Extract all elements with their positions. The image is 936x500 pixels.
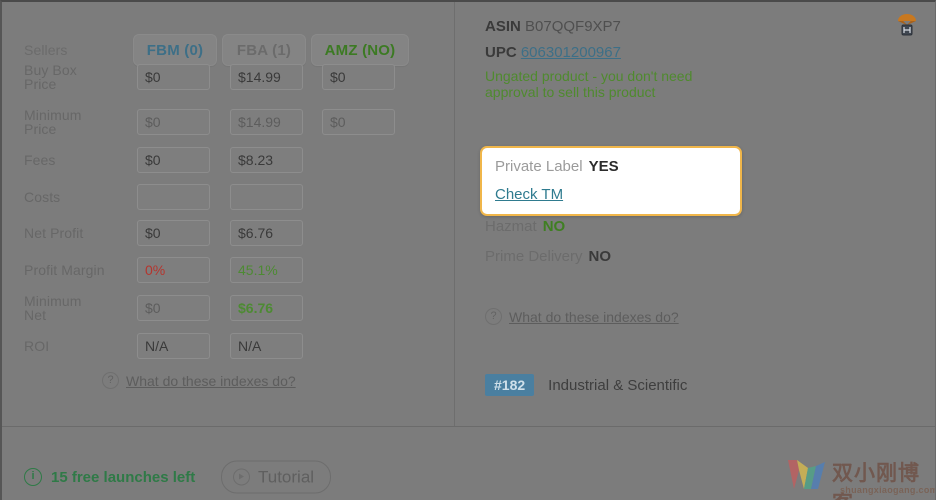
- cell-minimum-net-fbm[interactable]: $0: [137, 294, 210, 321]
- private-label-value: YES: [588, 158, 619, 175]
- tutorial-label: Tutorial: [258, 467, 315, 486]
- cell-minimum-price-fbm[interactable]: $0: [137, 108, 210, 135]
- rank-badge: #182: [485, 374, 535, 396]
- asin-value: B07QQF9XP7: [525, 18, 621, 35]
- best-seller-rank-row: #182 Industrial & Scientific: [485, 374, 687, 396]
- check-tm-link[interactable]: Check TM: [495, 186, 563, 203]
- question-mark-icon: ?: [485, 308, 502, 325]
- upc-label: UPC: [485, 44, 517, 61]
- table-row: ROI N/A N/A: [2, 327, 454, 364]
- cell-costs-fbm[interactable]: [137, 183, 210, 210]
- cell-minimum-price-fba[interactable]: $14.99: [230, 108, 303, 135]
- row-label-line2: Price: [24, 75, 57, 92]
- table-row: Minimum Price $0 $14.99 $0: [2, 103, 454, 140]
- cell-net-profit-fba[interactable]: $6.76: [230, 219, 303, 246]
- row-label-costs: Costs: [24, 188, 61, 205]
- cell-fees-fbm[interactable]: $0: [137, 146, 210, 173]
- prime-delivery-value: NO: [588, 248, 612, 265]
- cell-buy-box-price-fba[interactable]: $14.99: [230, 63, 303, 90]
- cell-net-profit-fbm[interactable]: $0: [137, 219, 210, 246]
- parachute-icon[interactable]: [896, 12, 918, 38]
- row-label-minimum-net: Minimum Net: [24, 294, 124, 322]
- footer-bar: i 15 free launches left Tutorial Buy now: [2, 427, 935, 500]
- table-row: Net Profit $0 $6.76: [2, 214, 454, 251]
- left-indexes-help-label: What do these indexes do?: [126, 372, 296, 389]
- row-label-line2: Price: [24, 120, 57, 137]
- rank-category-label: Industrial & Scientific: [548, 376, 688, 394]
- asin-label: ASIN: [485, 18, 521, 35]
- left-indexes-help-link[interactable]: ? What do these indexes do?: [102, 372, 296, 389]
- table-row: Buy Box Price $0 $14.99 $0: [2, 58, 454, 95]
- private-label-row: Private Label YES: [495, 158, 619, 175]
- ungated-product-note: Ungated product - you don't need approva…: [485, 68, 693, 100]
- seller-analysis-panel: Sellers FBM (0) FBA (1) AMZ (NO) Buy Box…: [0, 0, 936, 500]
- row-label-minimum-price: Minimum Price: [24, 108, 124, 136]
- row-label-fees: Fees: [24, 151, 56, 168]
- question-mark-icon: ?: [102, 372, 119, 389]
- table-row: Minimum Net $0 $6.76: [2, 289, 454, 326]
- row-label-buy-box-price: Buy Box Price: [24, 63, 124, 91]
- row-label-profit-margin: Profit Margin: [24, 261, 105, 278]
- product-info-panel: ASIN B07QQF9XP7 UPC 606301200967 Ungated…: [455, 2, 935, 427]
- upc-value-link[interactable]: 606301200967: [521, 44, 621, 61]
- free-launches-status: i 15 free launches left: [24, 468, 195, 486]
- prime-delivery-row: Prime Delivery NO: [485, 248, 611, 265]
- row-label-line2: Net: [24, 306, 47, 323]
- cell-minimum-price-amz[interactable]: $0: [322, 108, 395, 135]
- profit-calculator-panel: Sellers FBM (0) FBA (1) AMZ (NO) Buy Box…: [2, 2, 454, 427]
- upc-row: UPC 606301200967: [485, 44, 621, 61]
- info-icon: i: [24, 468, 42, 486]
- sellers-label: Sellers: [24, 42, 68, 58]
- cell-profit-margin-fbm[interactable]: 0%: [137, 256, 210, 283]
- row-label-net-profit: Net Profit: [24, 224, 84, 241]
- asin-row: ASIN B07QQF9XP7: [485, 18, 621, 35]
- play-icon: [233, 468, 250, 486]
- prime-delivery-label: Prime Delivery: [485, 248, 583, 265]
- cell-fees-fba[interactable]: $8.23: [230, 146, 303, 173]
- right-indexes-help-label: What do these indexes do?: [509, 308, 679, 325]
- cell-costs-fba[interactable]: [230, 183, 303, 210]
- cell-profit-margin-fba[interactable]: 45.1%: [230, 256, 303, 283]
- cell-buy-box-price-fbm[interactable]: $0: [137, 63, 210, 90]
- free-launches-label: 15 free launches left: [51, 468, 196, 486]
- private-label-label: Private Label: [495, 158, 583, 175]
- cell-buy-box-price-amz[interactable]: $0: [322, 63, 395, 90]
- cell-roi-fbm[interactable]: N/A: [137, 332, 210, 359]
- table-row: Fees $0 $8.23: [2, 141, 454, 178]
- sellers-tab-row: Sellers FBM (0) FBA (1) AMZ (NO): [2, 18, 454, 66]
- tutorial-button[interactable]: Tutorial: [221, 460, 332, 494]
- table-row: Costs: [2, 178, 454, 215]
- cell-minimum-net-fba[interactable]: $6.76: [230, 294, 303, 321]
- private-label-highlight-card: Private Label YES Check TM: [480, 146, 742, 216]
- table-row: Profit Margin 0% 45.1%: [2, 251, 454, 288]
- cell-roi-fba[interactable]: N/A: [230, 332, 303, 359]
- right-indexes-help-link[interactable]: ? What do these indexes do?: [485, 308, 679, 325]
- hazmat-row: Hazmat NO: [485, 218, 565, 235]
- row-label-roi: ROI: [24, 337, 50, 354]
- hazmat-value: NO: [542, 218, 566, 235]
- hazmat-label: Hazmat: [485, 218, 537, 235]
